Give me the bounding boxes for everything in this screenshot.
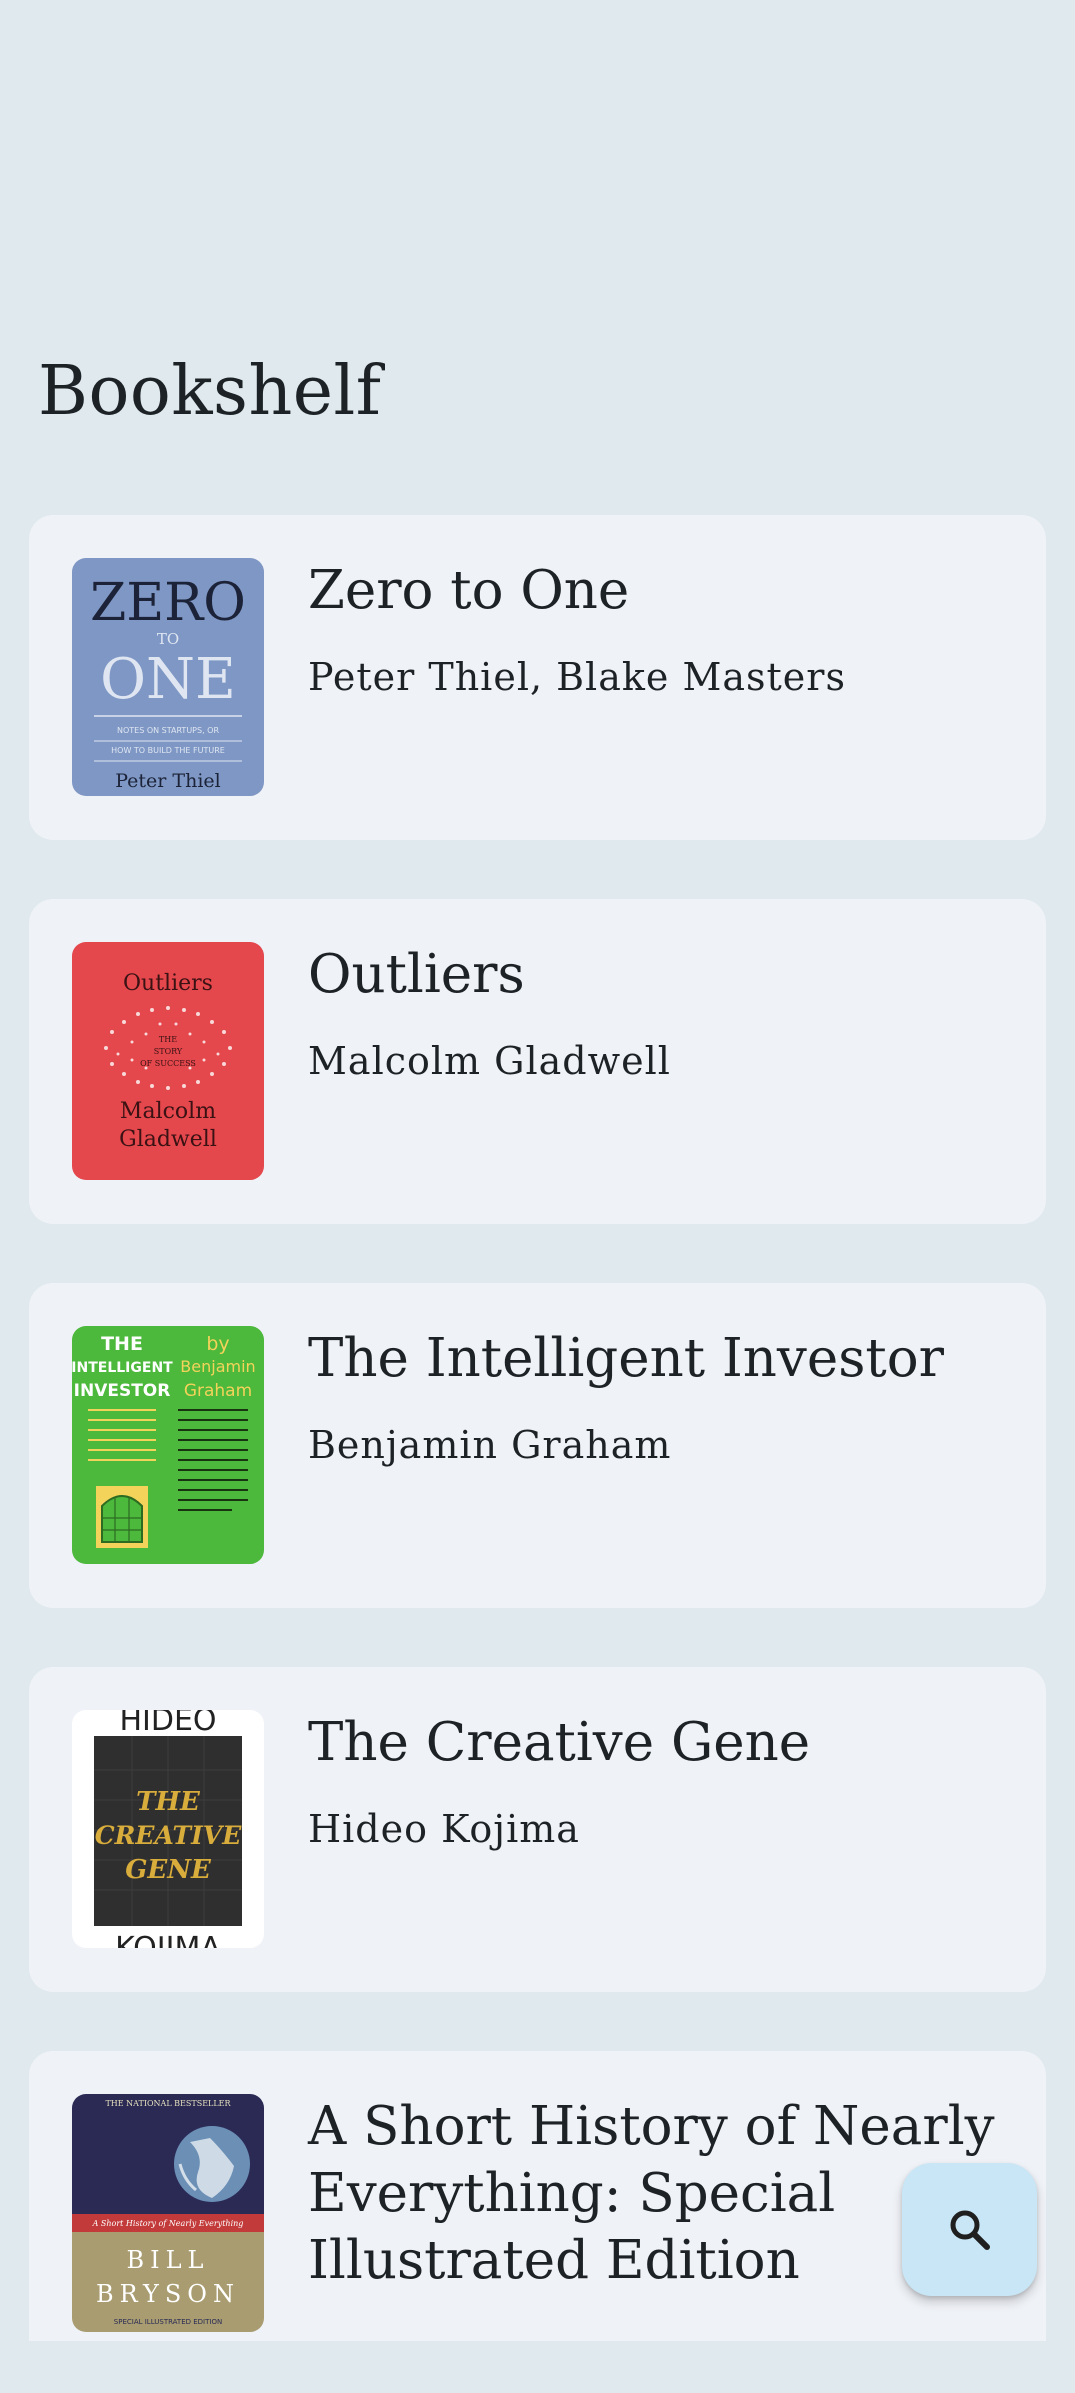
book-author: Benjamin Graham — [308, 1423, 672, 1467]
cover-text: ZERO — [90, 573, 246, 633]
svg-text:Outliers: Outliers — [123, 971, 213, 996]
book-cover: THE NATIONAL BESTSELLER A Short History … — [72, 2094, 264, 2332]
svg-text:HIDEO: HIDEO — [119, 1710, 216, 1738]
svg-text:HOW TO BUILD THE FUTURE: HOW TO BUILD THE FUTURE — [111, 746, 225, 755]
book-author: Peter Thiel, Blake Masters — [308, 655, 846, 699]
book-author: Hideo Kojima — [308, 1807, 580, 1851]
svg-text:STORY: STORY — [154, 1047, 183, 1056]
book-list: ZERO TO ONE NOTES ON STARTUPS, OR HOW TO… — [29, 515, 1046, 2341]
svg-text:BRYSON: BRYSON — [96, 2280, 240, 2308]
search-icon — [950, 2210, 990, 2250]
svg-text:BILL: BILL — [127, 2246, 210, 2274]
svg-text:Graham: Graham — [184, 1381, 252, 1401]
svg-text:CREATIVE: CREATIVE — [95, 1821, 242, 1850]
book-cover: Outliers THE STORY OF SUCCESS Malcolm Gl… — [72, 942, 264, 1180]
svg-text:ONE: ONE — [100, 647, 236, 712]
svg-text:OF SUCCESS: OF SUCCESS — [140, 1059, 196, 1068]
svg-text:Malcolm: Malcolm — [120, 1099, 216, 1124]
svg-text:THE: THE — [159, 1035, 177, 1044]
book-cover: ZERO TO ONE NOTES ON STARTUPS, OR HOW TO… — [72, 558, 264, 796]
book-card[interactable]: THE INTELLIGENT INVESTOR by Benjamin Gra… — [29, 1283, 1046, 1608]
book-title: Outliers — [308, 944, 525, 1005]
svg-text:NOTES ON STARTUPS, OR: NOTES ON STARTUPS, OR — [117, 726, 219, 735]
book-card[interactable]: ZERO TO ONE NOTES ON STARTUPS, OR HOW TO… — [29, 515, 1046, 840]
book-title: Zero to One — [308, 560, 630, 621]
book-author: Malcolm Gladwell — [308, 1039, 671, 1083]
page-title: Bookshelf — [38, 352, 382, 431]
svg-text:A Short History of Nearly Ever: A Short History of Nearly Everything — [92, 2219, 244, 2228]
svg-text:THE: THE — [101, 1333, 143, 1355]
svg-text:Gladwell: Gladwell — [119, 1127, 217, 1152]
svg-text:KOJIMA: KOJIMA — [115, 1931, 221, 1948]
svg-text:Benjamin: Benjamin — [180, 1357, 255, 1376]
svg-text:TO: TO — [157, 630, 179, 648]
search-button[interactable] — [902, 2163, 1037, 2296]
svg-text:INTELLIGENT: INTELLIGENT — [72, 1360, 173, 1376]
book-card[interactable]: THE NATIONAL BESTSELLER A Short History … — [29, 2051, 1046, 2341]
svg-text:by: by — [206, 1333, 229, 1355]
svg-text:SPECIAL ILLUSTRATED EDITION: SPECIAL ILLUSTRATED EDITION — [114, 2318, 222, 2326]
book-cover: HIDEO THE CREATIVE GENE KOJIMA — [72, 1710, 264, 1948]
book-title: The Intelligent Investor — [308, 1328, 944, 1389]
svg-text:Peter Thiel: Peter Thiel — [115, 770, 220, 792]
svg-text:GENE: GENE — [125, 1855, 212, 1885]
svg-text:INVESTOR: INVESTOR — [74, 1381, 171, 1401]
book-cover: THE INTELLIGENT INVESTOR by Benjamin Gra… — [72, 1326, 264, 1564]
svg-text:THE: THE — [136, 1787, 201, 1817]
book-title: The Creative Gene — [308, 1712, 811, 1773]
book-card[interactable]: Outliers THE STORY OF SUCCESS Malcolm Gl… — [29, 899, 1046, 1224]
book-card[interactable]: HIDEO THE CREATIVE GENE KOJIMA The Creat… — [29, 1667, 1046, 1992]
svg-text:THE NATIONAL BESTSELLER: THE NATIONAL BESTSELLER — [105, 2099, 231, 2108]
